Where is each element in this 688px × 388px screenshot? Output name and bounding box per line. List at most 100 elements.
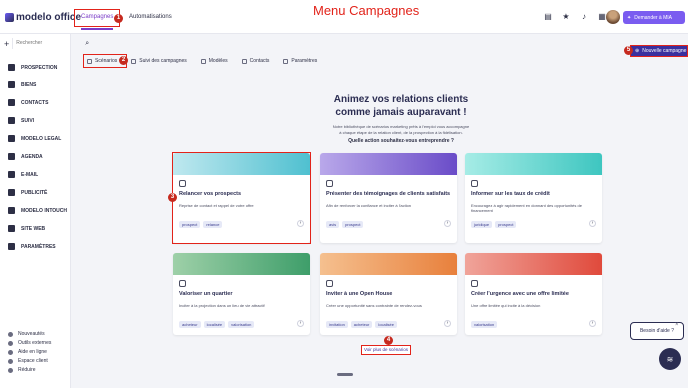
megaphone-icon — [8, 189, 15, 196]
collapse-icon — [8, 367, 13, 373]
sidebar-item-agenda[interactable]: AGENDA — [8, 153, 43, 160]
sidebar-item-email[interactable]: E-MAIL — [8, 171, 38, 178]
annotation-marker-3: 3 — [168, 193, 177, 202]
tag: localisée — [203, 321, 226, 328]
card-illustration — [465, 253, 602, 275]
scenario-card[interactable]: Présenter des témoignages de clients sat… — [320, 153, 457, 243]
new-campaign-label: Nouvelle campagne — [642, 48, 687, 54]
chevron-right-icon[interactable]: › — [444, 220, 451, 227]
alarm-icon — [471, 280, 478, 287]
user-icon — [8, 358, 13, 364]
tag: prospect — [495, 221, 517, 228]
card-title: Informer sur les taux de crédit — [471, 191, 550, 197]
sidebar-footer-reduire[interactable]: Réduire — [8, 367, 36, 373]
new-campaign-button[interactable]: ⊕ Nouvelle campagne — [630, 45, 688, 57]
sidebar-item-modelo-intouch[interactable]: MODELO INTOUCH — [8, 207, 67, 214]
bell-icon[interactable]: ♪ — [580, 13, 588, 21]
card-illustration — [173, 253, 310, 275]
sidebar-footer-aide[interactable]: Aide en ligne — [8, 349, 47, 355]
help-icon — [8, 349, 13, 355]
scenario-card[interactable]: Inviter à une Open House Créer une oppor… — [320, 253, 457, 335]
scenario-card[interactable]: Créer l'urgence avec une offre limitée U… — [465, 253, 602, 335]
tag: invitation — [326, 321, 348, 328]
chevron-right-icon[interactable]: › — [589, 220, 596, 227]
card-title: Créer l'urgence avec une offre limitée — [471, 291, 569, 297]
grid-icon[interactable]: ▦ — [598, 13, 606, 21]
logo-icon — [5, 13, 14, 22]
calendar-icon — [8, 153, 15, 160]
annotation-box-card — [172, 152, 311, 244]
card-illustration — [465, 153, 602, 175]
tab-contacts[interactable]: Contacts — [241, 58, 269, 64]
card-desc: Inciter à la projection dans un lieu de … — [179, 303, 265, 308]
nav-tab-automatisations[interactable]: Automatisations — [129, 14, 172, 20]
annotation-marker-2: 2 — [119, 56, 128, 65]
card-desc: Afin de renforcer la confiance et incite… — [326, 203, 412, 208]
ask-mia-button[interactable]: ✦ Demander à MIA — [623, 11, 685, 24]
tab-modeles[interactable]: Modèles — [200, 58, 228, 64]
annotation-marker-5: 5 — [624, 46, 633, 55]
mail-icon — [8, 171, 15, 178]
annotation-marker-4: 4 — [384, 336, 393, 345]
tag: prospect — [342, 221, 364, 228]
scenario-card[interactable]: Informer sur les taux de crédit Encourag… — [465, 153, 602, 243]
tab-suivi-campagnes[interactable]: Suivi des campagnes — [131, 58, 187, 64]
sidebar-item-site-web[interactable]: SITE WEB — [8, 225, 45, 232]
sidebar-item-parametres[interactable]: PARAMÈTRES — [8, 243, 56, 250]
home-icon — [8, 81, 15, 88]
scroll-handle[interactable] — [337, 373, 353, 376]
see-more-scenarios-button[interactable]: Voir plus de scénarios — [361, 345, 411, 355]
sidebar-footer-outils[interactable]: Outils externes — [8, 340, 51, 346]
sidebar-item-modelo-legal[interactable]: MODELO LEGAL — [8, 135, 61, 142]
sidebar-item-publicite[interactable]: PUBLICITÉ — [8, 189, 47, 196]
chevron-right-icon[interactable]: › — [297, 320, 304, 327]
tag: avis — [326, 221, 340, 228]
mail-icon — [200, 58, 206, 64]
tag: valorisation — [471, 321, 498, 328]
subtabs: Scénarios Suivi des campagnes Modèles Co… — [71, 54, 688, 68]
globe-icon — [8, 225, 15, 232]
card-desc: Créer une opportunité sans contrainte de… — [326, 303, 422, 308]
sparkle-icon: ✦ — [627, 14, 632, 21]
home-icon — [326, 280, 333, 287]
tools-icon — [8, 340, 13, 346]
chevron-right-icon[interactable]: › — [444, 320, 451, 327]
sidebar-search: + ⌕ — [4, 38, 89, 49]
avatar[interactable] — [606, 10, 620, 24]
star-icon — [326, 180, 333, 187]
close-icon[interactable]: × — [675, 322, 679, 328]
chevron-right-icon[interactable]: › — [589, 320, 596, 327]
sidebar-footer-nouveautes[interactable]: Nouveautés — [8, 331, 45, 337]
card-title: Inviter à une Open House — [326, 291, 393, 297]
intouch-icon — [8, 207, 15, 214]
news-icon — [8, 331, 13, 337]
main-content: Scénarios Suivi des campagnes Modèles Co… — [71, 34, 688, 388]
map-icon — [179, 280, 186, 287]
scenario-card[interactable]: Valoriser un quartier Inciter à la proje… — [173, 253, 310, 335]
ask-mia-label: Demander à MIA — [634, 14, 672, 21]
plus-circle-icon: ⊕ — [635, 48, 640, 54]
card-title: Valoriser un quartier — [179, 291, 233, 297]
card-illustration — [320, 153, 457, 175]
star-icon[interactable]: ★ — [562, 13, 570, 21]
legal-icon — [8, 135, 15, 142]
header-icons: ▤ ★ ♪ ▦ — [544, 13, 606, 21]
euro-icon — [471, 180, 478, 187]
tag: localisée — [375, 321, 397, 328]
gear-icon — [283, 58, 289, 64]
card-desc: Encouragez à agir rapidement en donnant … — [471, 203, 582, 213]
chat-icon: ≋ — [666, 354, 674, 364]
help-chat-button[interactable]: ≋ — [659, 348, 681, 370]
sidebar-item-contacts[interactable]: CONTACTS — [8, 99, 48, 106]
app-logo[interactable]: modelo office — [5, 12, 81, 23]
card-desc: Une offre limitée qui incite à la décisi… — [471, 303, 541, 308]
sidebar-item-suivi[interactable]: SUIVI — [8, 117, 34, 124]
add-icon[interactable]: + — [4, 39, 9, 49]
sidebar-item-prospection[interactable]: PROSPECTION — [8, 64, 57, 71]
stack-icon[interactable]: ▤ — [544, 13, 552, 21]
sidebar-footer-espace-client[interactable]: Espace client — [8, 358, 48, 364]
tag: acheteur — [350, 321, 373, 328]
annotation-title: Menu Campagnes — [313, 3, 420, 18]
sidebar-item-biens[interactable]: BIENS — [8, 81, 36, 88]
tab-parametres[interactable]: Paramètres — [283, 58, 317, 64]
